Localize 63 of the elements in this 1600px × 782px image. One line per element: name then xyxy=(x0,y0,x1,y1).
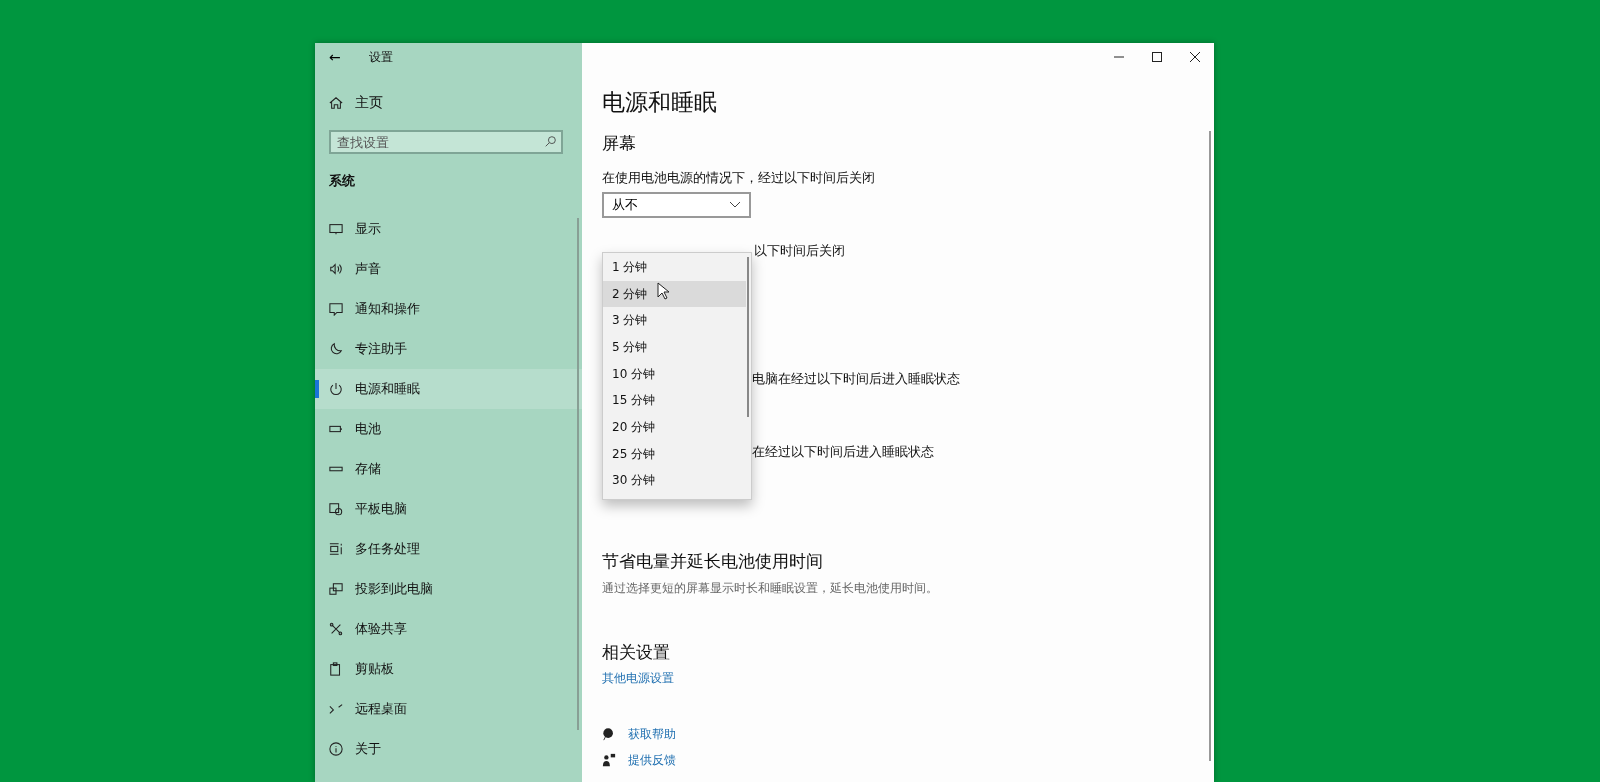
sidebar-item[interactable]: 远程桌面 xyxy=(315,689,582,729)
clipboard-icon xyxy=(329,662,343,676)
sidebar-item[interactable]: 通知和操作 xyxy=(315,289,582,329)
setting-label: 在使用电池电源的情况下，经过以下时间后关闭 xyxy=(602,169,875,187)
dropdown-option[interactable]: 30 分钟 xyxy=(603,467,746,495)
power-settings-link[interactable]: 其他电源设置 xyxy=(602,669,674,687)
sidebar-item[interactable]: 专注助手 xyxy=(315,329,582,369)
tablet-icon xyxy=(329,502,343,516)
dropdown-option[interactable]: 3 分钟 xyxy=(603,307,746,335)
chevron-icon xyxy=(729,201,741,209)
search-field[interactable]: 查找设置 xyxy=(329,130,563,154)
maximize-icon xyxy=(1152,52,1162,62)
sidebar-item[interactable]: 投影到此电脑 xyxy=(315,569,582,609)
scrollbar[interactable] xyxy=(577,218,579,730)
sidebar-item[interactable]: 体验共享 xyxy=(315,609,582,649)
home-link[interactable]: 主页 xyxy=(315,83,582,123)
page-title: 电源和睡眠 xyxy=(602,88,718,117)
dropdown-option[interactable]: 2 分钟 xyxy=(603,280,746,308)
setting-label: 在经过以下时间后进入睡眠状态 xyxy=(752,443,934,461)
multitask-icon xyxy=(329,542,343,556)
moon-icon xyxy=(329,342,343,356)
sidebar-item[interactable]: 电池 xyxy=(315,409,582,449)
info-icon xyxy=(329,742,343,756)
dropdown-option[interactable]: 25 分钟 xyxy=(603,440,746,468)
dropdown-option[interactable]: 15 分钟 xyxy=(603,387,746,415)
dropdown-option[interactable]: 5 分钟 xyxy=(603,334,746,361)
speaker-icon xyxy=(329,262,343,276)
search-icon xyxy=(545,136,556,147)
sidebar-item[interactable]: 显示 xyxy=(315,209,582,249)
power-icon xyxy=(329,382,343,396)
sidebar-item[interactable]: 电源和睡眠 xyxy=(315,369,582,409)
time-dropdown[interactable]: 从不 xyxy=(602,192,751,218)
sidebar-item[interactable]: 存储 xyxy=(315,449,582,489)
sidebar-item[interactable]: 多任务处理 xyxy=(315,529,582,569)
message-icon xyxy=(329,302,343,316)
close-icon xyxy=(1190,52,1200,62)
help-link[interactable]: 获取帮助 xyxy=(628,724,676,744)
description: 通过选择更短的屏幕显示时长和睡眠设置，延长电池使用时间。 xyxy=(602,580,939,597)
dropdown-option[interactable]: 10 分钟 xyxy=(603,360,746,388)
projector-icon xyxy=(329,582,343,596)
help-link[interactable]: 提供反馈 xyxy=(628,750,676,770)
dropdown-option[interactable]: 1 分钟 xyxy=(603,254,746,281)
display-icon xyxy=(329,222,343,236)
window-title: 设置 xyxy=(368,48,393,66)
section-heading: 节省电量并延长电池使用时间 xyxy=(602,550,824,573)
dropdown-option[interactable]: 20 分钟 xyxy=(603,414,746,441)
scrollbar[interactable] xyxy=(1209,131,1211,761)
help-icon xyxy=(602,727,616,741)
scrollbar[interactable] xyxy=(747,257,749,417)
feedback-icon xyxy=(602,753,616,767)
setting-label: 以下时间后关闭 xyxy=(754,242,845,260)
back-button[interactable]: ← xyxy=(327,49,343,65)
setting-label: 电脑在经过以下时间后进入睡眠状态 xyxy=(752,370,960,388)
sidebar-item[interactable]: 平板电脑 xyxy=(315,489,582,529)
share-icon xyxy=(329,622,343,636)
sidebar-item[interactable]: 关于 xyxy=(315,729,582,769)
section-heading: 系统 xyxy=(329,172,356,190)
sidebar-item[interactable]: 剪贴板 xyxy=(315,649,582,689)
section-heading: 屏幕 xyxy=(602,132,637,155)
cursor-icon xyxy=(657,282,669,300)
sidebar-item[interactable]: 声音 xyxy=(315,249,582,289)
section-heading: 相关设置 xyxy=(602,641,671,664)
home-icon xyxy=(329,96,343,110)
